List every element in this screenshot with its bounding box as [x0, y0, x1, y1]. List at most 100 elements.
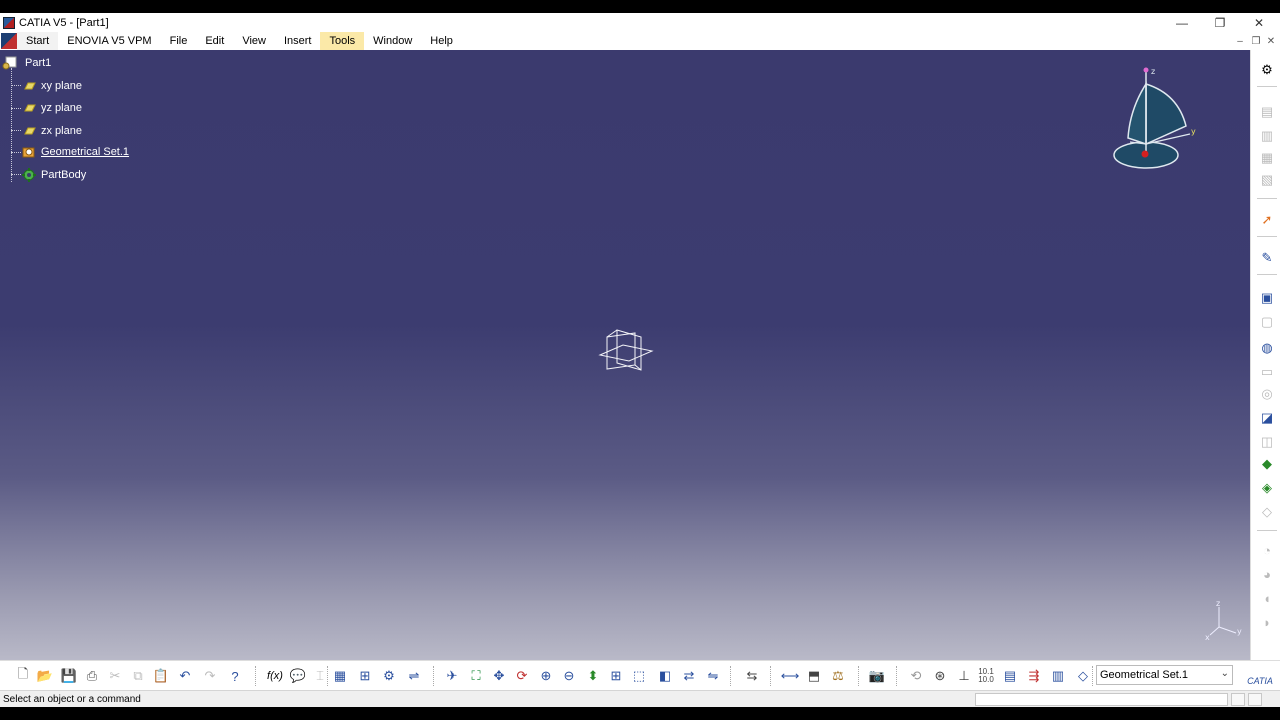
dimension-display-icon[interactable]: 10.1 10.0	[977, 667, 995, 685]
measure-icon[interactable]: ⇆	[743, 667, 761, 685]
constraint-icon[interactable]: ⊛	[931, 667, 949, 685]
capture-icon[interactable]: 📷	[868, 667, 886, 685]
design-table-icon[interactable]: ▦	[331, 667, 349, 685]
menu-help[interactable]: Help	[421, 32, 462, 50]
zoom-in-icon[interactable]: ⊕	[537, 667, 555, 685]
multi-section-solid-icon[interactable]: ◈	[1259, 480, 1275, 496]
3d-viewport[interactable]: Part1 xy plane yz plane zx plane Geometr…	[0, 50, 1250, 660]
work-object-select[interactable]: Geometrical Set.1 ⌄	[1096, 665, 1233, 685]
cut-icon[interactable]: ✂	[106, 667, 124, 685]
measure-between-icon[interactable]: ⟷	[781, 667, 800, 685]
shading-icon[interactable]: ◧	[656, 667, 674, 685]
measure-item-icon[interactable]: ⬒	[805, 667, 823, 685]
menu-start[interactable]: Start	[17, 32, 59, 50]
sketch-analysis-icon[interactable]: ▥	[1049, 667, 1067, 685]
new-file-icon[interactable]: 🗋	[14, 666, 32, 685]
define-in-work-object-icon[interactable]: ◇	[1074, 667, 1092, 685]
update-icon[interactable]: ⟲	[907, 667, 925, 685]
document-close-button[interactable]: ✕	[1264, 34, 1278, 48]
tree-item-yz-plane[interactable]: yz plane	[22, 101, 82, 115]
save-icon[interactable]: 💾	[60, 667, 78, 685]
menu-enovia[interactable]: ENOVIA V5 VPM	[58, 32, 160, 50]
whats-this-icon[interactable]: ?	[226, 667, 244, 685]
right-toolbar: ⚙ ▤ ▥ ▦ ▧ ➚ ✎ ▣ ▢ ◍ ▭ ◎ ◪ ◫ ◆ ◈ ◇ ◔ ◕ ◖ …	[1250, 50, 1280, 660]
gear-icon[interactable]: ⚙	[1259, 62, 1275, 78]
draft-icon[interactable]: ◖	[1259, 590, 1275, 606]
slot-icon[interactable]: ◫	[1259, 434, 1275, 450]
tree-item-zx-plane[interactable]: zx plane	[22, 124, 82, 138]
pocket-icon[interactable]: ▢	[1259, 314, 1275, 330]
formula-icon[interactable]: f(x)	[266, 667, 284, 685]
document-minimize-button[interactable]: –	[1233, 34, 1247, 48]
knowledge-icon[interactable]: ⚙	[380, 667, 398, 685]
sketcher-icon[interactable]: ✎	[1259, 250, 1275, 266]
tree-item-label: xy plane	[41, 80, 82, 92]
axis-system-icon[interactable]: ⊥	[955, 667, 973, 685]
command-input[interactable]	[975, 693, 1228, 706]
catalog-icon[interactable]: ⊞	[356, 667, 374, 685]
status-button-1[interactable]	[1231, 693, 1245, 706]
menu-view[interactable]: View	[233, 32, 275, 50]
menu-window[interactable]: Window	[364, 32, 421, 50]
status-button-2[interactable]	[1248, 693, 1262, 706]
fly-mode-icon[interactable]: ✈	[443, 667, 461, 685]
chamfer-icon[interactable]: ◕	[1259, 566, 1275, 582]
restore-button[interactable]: ❐	[1201, 13, 1239, 32]
triad-y-label: y	[1237, 627, 1242, 636]
grid-icon[interactable]: ▦	[1259, 150, 1275, 166]
fit-all-icon[interactable]: ⛶	[467, 667, 485, 685]
measure-inertia-icon[interactable]: ⚖	[829, 667, 847, 685]
shaft-icon[interactable]: ◍	[1259, 340, 1275, 356]
compass-handle[interactable]	[1143, 67, 1149, 73]
tree-root-label: Part1	[25, 57, 52, 69]
fillet-icon[interactable]: ◔	[1259, 542, 1275, 558]
pad-icon[interactable]: ▣	[1259, 290, 1275, 306]
shell-icon[interactable]: ◗	[1259, 614, 1275, 630]
paste-icon[interactable]: 📋	[152, 667, 170, 685]
start-logo-icon[interactable]	[1, 33, 17, 49]
snap-icon[interactable]: ▤	[1001, 667, 1019, 685]
removed-multi-section-icon[interactable]: ◇	[1259, 504, 1275, 520]
menu-tools[interactable]: Tools	[320, 32, 365, 50]
output-icon[interactable]: ▧	[1259, 172, 1275, 188]
groove-icon[interactable]: ▭	[1259, 364, 1275, 380]
open-folder-icon[interactable]: 📂	[36, 667, 54, 685]
select-arrow-icon[interactable]: ➚	[1259, 212, 1275, 228]
analysis-icon[interactable]: ⇶	[1025, 667, 1043, 685]
document-restore-button[interactable]: ❐	[1249, 34, 1263, 48]
compass-widget[interactable]: z y	[1108, 64, 1198, 176]
sketch-plane-icon[interactable]: ▤	[1259, 104, 1275, 120]
print-icon[interactable]: ⎙	[83, 667, 101, 685]
multi-view-icon[interactable]: ⊞	[607, 667, 625, 685]
compass-origin[interactable]	[1141, 150, 1149, 158]
swap-visible-space-icon[interactable]: ⇋	[704, 667, 722, 685]
menu-insert[interactable]: Insert	[275, 32, 321, 50]
tree-item-xy-plane[interactable]: xy plane	[22, 79, 82, 93]
copy-icon[interactable]: ⧉	[129, 667, 147, 685]
hide-show-icon[interactable]: ⇄	[680, 667, 698, 685]
undo-icon[interactable]: ↶	[176, 667, 194, 685]
toolbar-separator	[1257, 236, 1277, 237]
menu-file[interactable]: File	[161, 32, 197, 50]
rotate-icon[interactable]: ⟳	[513, 667, 531, 685]
tree-item-geometrical-set[interactable]: Geometrical Set.1	[22, 145, 129, 159]
iso-view-icon[interactable]: ⬚	[630, 667, 648, 685]
close-button[interactable]: ✕	[1240, 13, 1278, 32]
minimize-button[interactable]: —	[1163, 13, 1201, 32]
pan-icon[interactable]: ✥	[490, 667, 508, 685]
menu-edit[interactable]: Edit	[196, 32, 233, 50]
hole-icon[interactable]: ◎	[1259, 386, 1275, 402]
zoom-out-icon[interactable]: ⊖	[560, 667, 578, 685]
sketch-positioned-icon[interactable]: ▥	[1259, 128, 1275, 144]
redo-icon[interactable]: ↷	[201, 667, 219, 685]
scan-icon[interactable]: ⇌	[405, 667, 423, 685]
rib-icon[interactable]: ◪	[1259, 410, 1275, 426]
solid-combine-icon[interactable]: ◆	[1259, 456, 1275, 472]
tree-item-partbody[interactable]: PartBody	[22, 168, 86, 182]
tree-item-label: zx plane	[41, 125, 82, 137]
bottom-toolbar: 🗋 📂 💾 ⎙ ✂ ⧉ 📋 ↶ ↷ ? f(x) 💬 ⌶ ▦ ⊞ ⚙ ⇌ ✈ ⛶…	[0, 660, 1280, 690]
tree-root[interactable]: Part1	[2, 56, 51, 70]
normal-view-icon[interactable]: ⬍	[584, 667, 602, 685]
comment-icon[interactable]: 💬	[289, 667, 307, 685]
tree-item-label: Geometrical Set.1	[41, 146, 130, 158]
